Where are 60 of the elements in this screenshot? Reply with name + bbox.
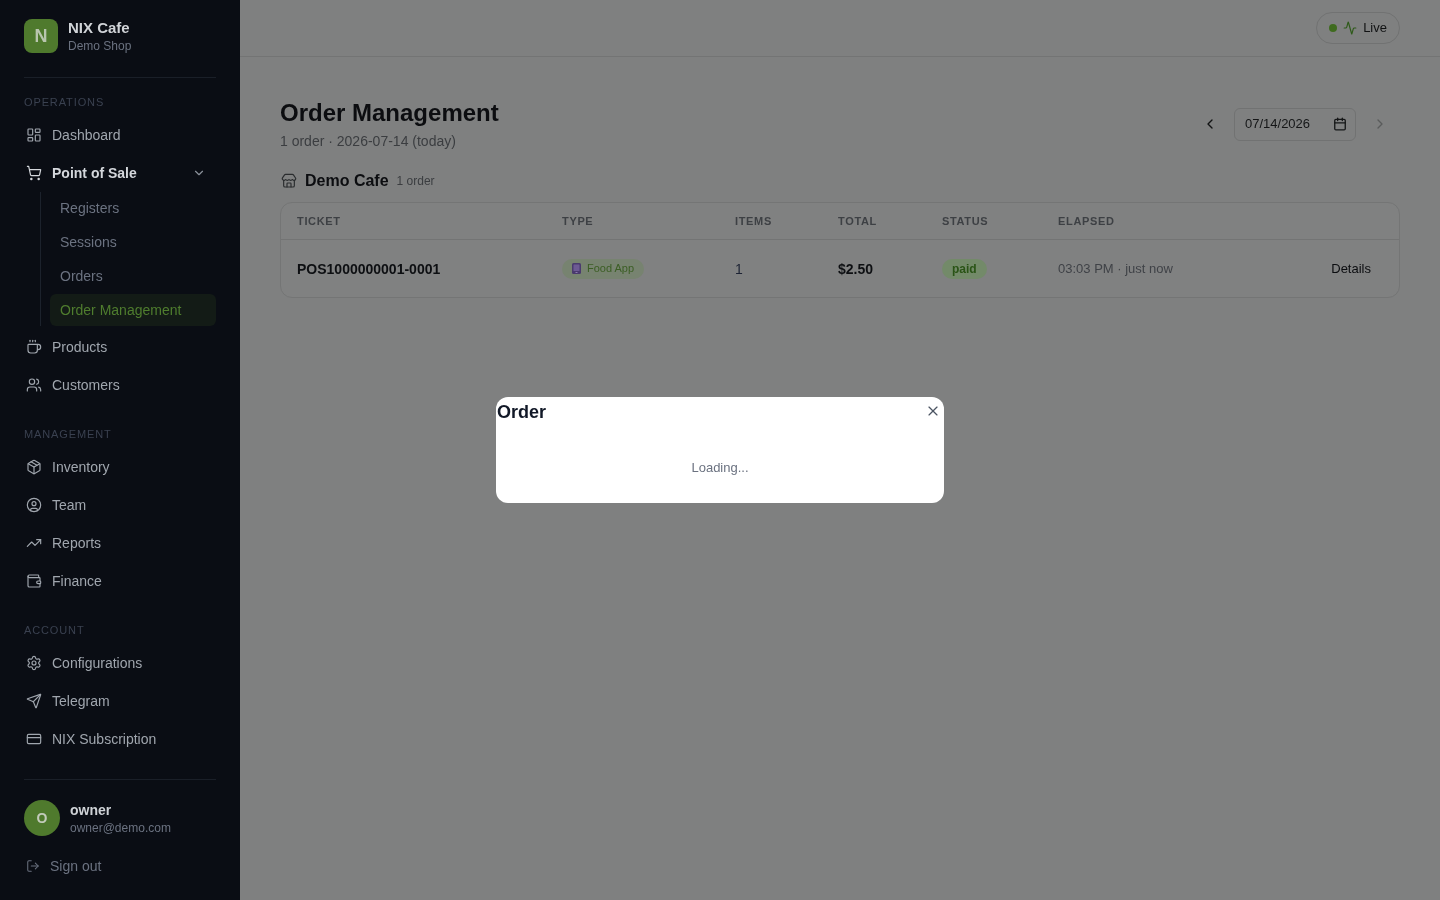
nav-subitem[interactable]: Orders xyxy=(50,260,216,292)
nav-subitem[interactable]: Sessions xyxy=(50,226,216,258)
nav-item[interactable]: Reports xyxy=(24,524,216,562)
paper-plane-icon xyxy=(26,693,42,709)
column-header: TYPE xyxy=(562,213,595,229)
cup-icon xyxy=(26,339,42,355)
dialog-title: Order xyxy=(496,401,547,424)
column-header: TICKET xyxy=(297,213,342,229)
users-icon xyxy=(26,377,42,393)
nav-subitem[interactable]: Order Management xyxy=(50,294,216,326)
sign-out-button[interactable]: Sign out xyxy=(24,856,216,876)
nav-item[interactable]: Team xyxy=(24,486,216,524)
settings-icon xyxy=(26,655,42,671)
date-field[interactable]: 07/14/2026 xyxy=(1234,107,1356,141)
nav-item[interactable]: Configurations xyxy=(24,644,216,682)
section-heading: OPERATIONS xyxy=(24,95,106,110)
table-cell-text: 03:03 PM · just now xyxy=(1058,259,1174,278)
nav-item[interactable]: Finance xyxy=(24,562,216,600)
order-count: 1 order xyxy=(396,173,435,189)
type-label: Food App xyxy=(587,261,635,277)
brand-subtitle: Demo Shop xyxy=(68,38,132,54)
section-heading: ACCOUNT xyxy=(24,623,86,638)
column-header: STATUS xyxy=(942,213,990,229)
card-icon xyxy=(26,731,42,747)
nav-item[interactable]: Inventory xyxy=(24,448,216,486)
location-name: Demo Cafe xyxy=(305,171,389,191)
phone-icon xyxy=(572,263,581,274)
column-header: ITEMS xyxy=(735,213,773,229)
nav-item[interactable]: Dashboard xyxy=(24,116,216,154)
column-header: TOTAL xyxy=(838,213,878,229)
status-tag: paid xyxy=(942,258,987,279)
tiles-icon xyxy=(26,127,42,143)
nav-item[interactable]: Point of Sale xyxy=(24,154,216,192)
page-subtitle: 1 order · 2026-07-14 (today) xyxy=(280,132,457,151)
pulse-icon xyxy=(1343,21,1358,35)
store-icon xyxy=(281,173,297,189)
details-button[interactable]: Details xyxy=(1319,252,1383,285)
table-cell-text: 1 xyxy=(735,259,744,279)
cart-icon xyxy=(26,165,42,181)
nav-subitem[interactable]: Registers xyxy=(50,192,216,224)
box-icon xyxy=(26,459,42,475)
brand-logo: N xyxy=(24,19,58,53)
brand-name: NIX Cafe xyxy=(68,18,131,38)
nav-item[interactable]: Products xyxy=(24,328,216,366)
live-label: Live xyxy=(1363,19,1387,38)
nav-item[interactable]: Telegram xyxy=(24,682,216,720)
avatar: O xyxy=(24,800,60,836)
user-email: owner@demo.com xyxy=(70,820,171,836)
calendar-icon xyxy=(1333,117,1347,131)
nav-item[interactable]: NIX Subscription xyxy=(24,720,216,758)
nav-item[interactable]: Customers xyxy=(24,366,216,404)
section-heading: MANAGEMENT xyxy=(24,427,113,442)
wallet-icon xyxy=(26,573,42,589)
page-title: Order Management xyxy=(280,98,499,128)
user-circle-icon xyxy=(26,497,42,513)
user-name: owner xyxy=(70,801,113,820)
table-cell-text: $2.50 xyxy=(838,259,875,279)
table-cell-text: POS1000000001-0001 xyxy=(297,259,442,279)
column-header: ELAPSED xyxy=(1058,213,1116,229)
loading-text: Loading... xyxy=(691,458,749,477)
